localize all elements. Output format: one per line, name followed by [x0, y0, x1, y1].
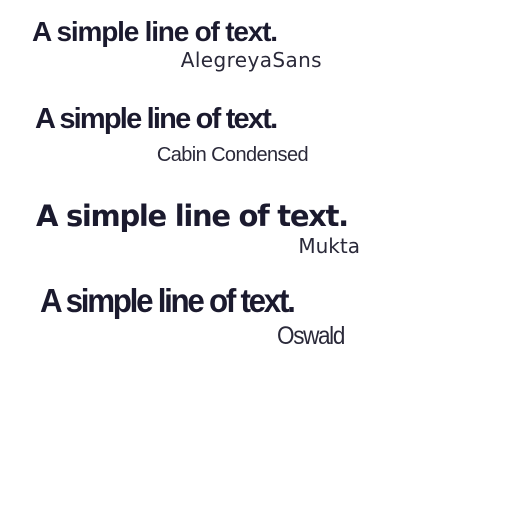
sample-text: A simple line of text. [32, 16, 278, 47]
font-name-label: Cabin Condensed [156, 144, 309, 166]
sample-text: A simple line of text. [36, 199, 349, 233]
font-sample-mukta: A simple line of text. Mukta [36, 199, 360, 258]
font-name-label: AlegreyaSans [180, 48, 322, 72]
sample-text: A simple line of text. [40, 282, 296, 319]
font-name-label: Oswald [277, 322, 345, 350]
font-sample-alegreyasans: A simple line of text. AlegreyaSans [32, 16, 322, 72]
sample-text: A simple line of text. [35, 103, 278, 135]
font-sample-oswald: A simple line of text. Oswald [40, 282, 345, 350]
font-name-label: Mukta [298, 234, 360, 258]
font-sample-cabin-condensed: A simple line of text. Cabin Condensed [35, 103, 309, 166]
